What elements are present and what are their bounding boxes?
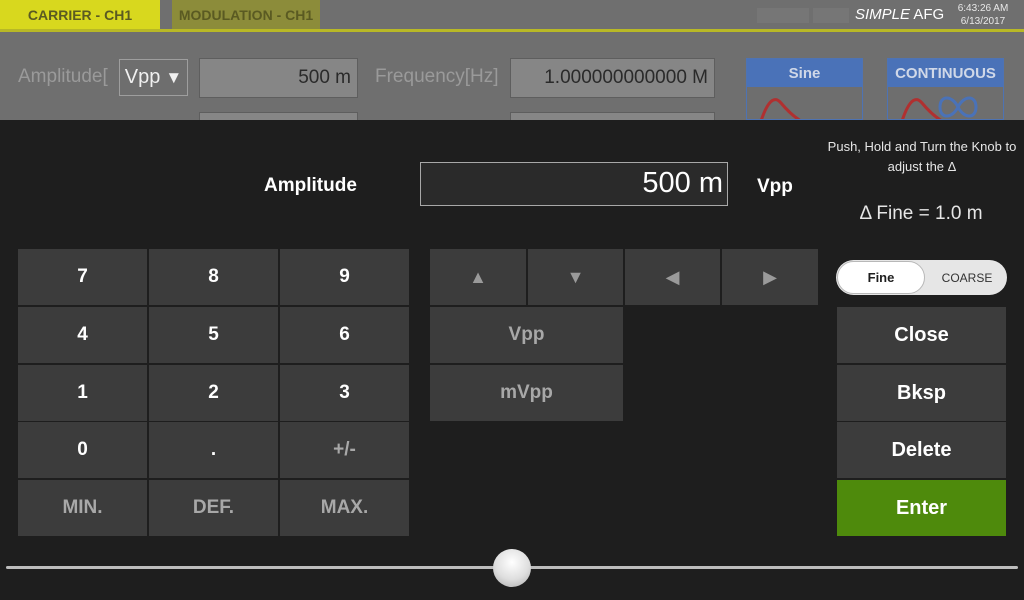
continuous-infinity-icon (901, 96, 978, 119)
knob-slider-thumb[interactable] (493, 549, 531, 587)
arrow-left-icon: ◀ (665, 266, 680, 287)
key-3[interactable]: 3 (280, 365, 409, 421)
keypad-overlay: Amplitude 500 m Vpp Push, Hold and Turn … (0, 120, 1024, 600)
delta-readout: Δ Fine = 1.0 m (859, 203, 983, 224)
brand-italic: SIMPLE (855, 6, 911, 23)
header-slot (757, 8, 809, 23)
clock-time: 6:43:26 AM (957, 3, 1009, 14)
app-brand: SIMPLE AFG (855, 6, 944, 23)
key-2[interactable]: 2 (149, 365, 278, 421)
frequency-label: Frequency[Hz] (375, 66, 499, 87)
unit-mvpp-button[interactable]: mVpp (430, 365, 623, 421)
enter-button[interactable]: Enter (837, 480, 1006, 536)
key-plus-minus[interactable]: +/- (280, 422, 409, 478)
phase-field[interactable] (510, 112, 715, 120)
key-max[interactable]: MAX. (280, 480, 409, 536)
amplitude-field[interactable]: 500 m (199, 58, 358, 98)
amplitude-label: Amplitude[ (18, 66, 108, 87)
key-0[interactable]: 0 (18, 422, 147, 478)
arrow-left-button[interactable]: ◀ (625, 249, 720, 305)
key-9[interactable]: 9 (280, 249, 409, 305)
key-decimal[interactable]: . (149, 422, 278, 478)
frequency-field[interactable]: 1.000000000000 M (510, 58, 715, 98)
key-1[interactable]: 1 (18, 365, 147, 421)
background-app: CARRIER - CH1 MODULATION - CH1 SIMPLE AF… (0, 0, 1024, 120)
waveform-sine-label: Sine (747, 59, 862, 87)
fine-coarse-toggle[interactable]: Fine COARSE (836, 260, 1007, 295)
key-8[interactable]: 8 (149, 249, 278, 305)
unit-select-value: Vpp (124, 66, 161, 88)
arrow-right-button[interactable]: ▶ (722, 249, 818, 305)
brand-rest: AFG (913, 6, 945, 23)
knob-hint: Push, Hold and Turn the Knob to adjust t… (827, 139, 1017, 174)
arrow-up-button[interactable]: ▲ (430, 249, 526, 305)
key-6[interactable]: 6 (280, 307, 409, 363)
keypad-title: Amplitude (264, 175, 357, 196)
amplitude-unit-select[interactable]: Vpp ▼ (119, 59, 188, 96)
tab-underline (0, 29, 1024, 32)
tab-modulation-ch1[interactable]: MODULATION - CH1 (172, 0, 320, 29)
backspace-button[interactable]: Bksp (837, 365, 1006, 421)
key-7[interactable]: 7 (18, 249, 147, 305)
key-min[interactable]: MIN. (18, 480, 147, 536)
key-5[interactable]: 5 (149, 307, 278, 363)
key-default[interactable]: DEF. (149, 480, 278, 536)
clock: 6:43:26 AM 6/13/2017 (950, 2, 1016, 28)
unit-vpp-button[interactable]: Vpp (430, 307, 623, 363)
clock-date: 6/13/2017 (960, 16, 1006, 27)
run-mode-continuous-button[interactable]: CONTINUOUS (887, 58, 1004, 120)
value-unit-label: Vpp (757, 176, 793, 197)
arrow-right-icon: ▶ (763, 266, 777, 287)
waveform-sine-button[interactable]: Sine (746, 58, 863, 120)
arrow-up-icon: ▲ (469, 266, 487, 287)
run-mode-label: CONTINUOUS (888, 59, 1003, 87)
toggle-coarse-option[interactable]: COARSE (928, 260, 1006, 295)
tab-carrier-ch1[interactable]: CARRIER - CH1 (0, 0, 160, 29)
toggle-fine-option[interactable]: Fine (837, 261, 925, 294)
sine-wave-icon (760, 98, 801, 119)
value-entry-field[interactable]: 500 m (420, 162, 728, 206)
dropdown-triangle-icon: ▼ (165, 67, 183, 87)
offset-field[interactable] (199, 112, 358, 120)
close-button[interactable]: Close (837, 307, 1006, 363)
arrow-down-button[interactable]: ▼ (528, 249, 623, 305)
arrow-down-icon: ▼ (566, 266, 585, 287)
header-slot (813, 8, 849, 23)
key-4[interactable]: 4 (18, 307, 147, 363)
delete-button[interactable]: Delete (837, 422, 1006, 478)
